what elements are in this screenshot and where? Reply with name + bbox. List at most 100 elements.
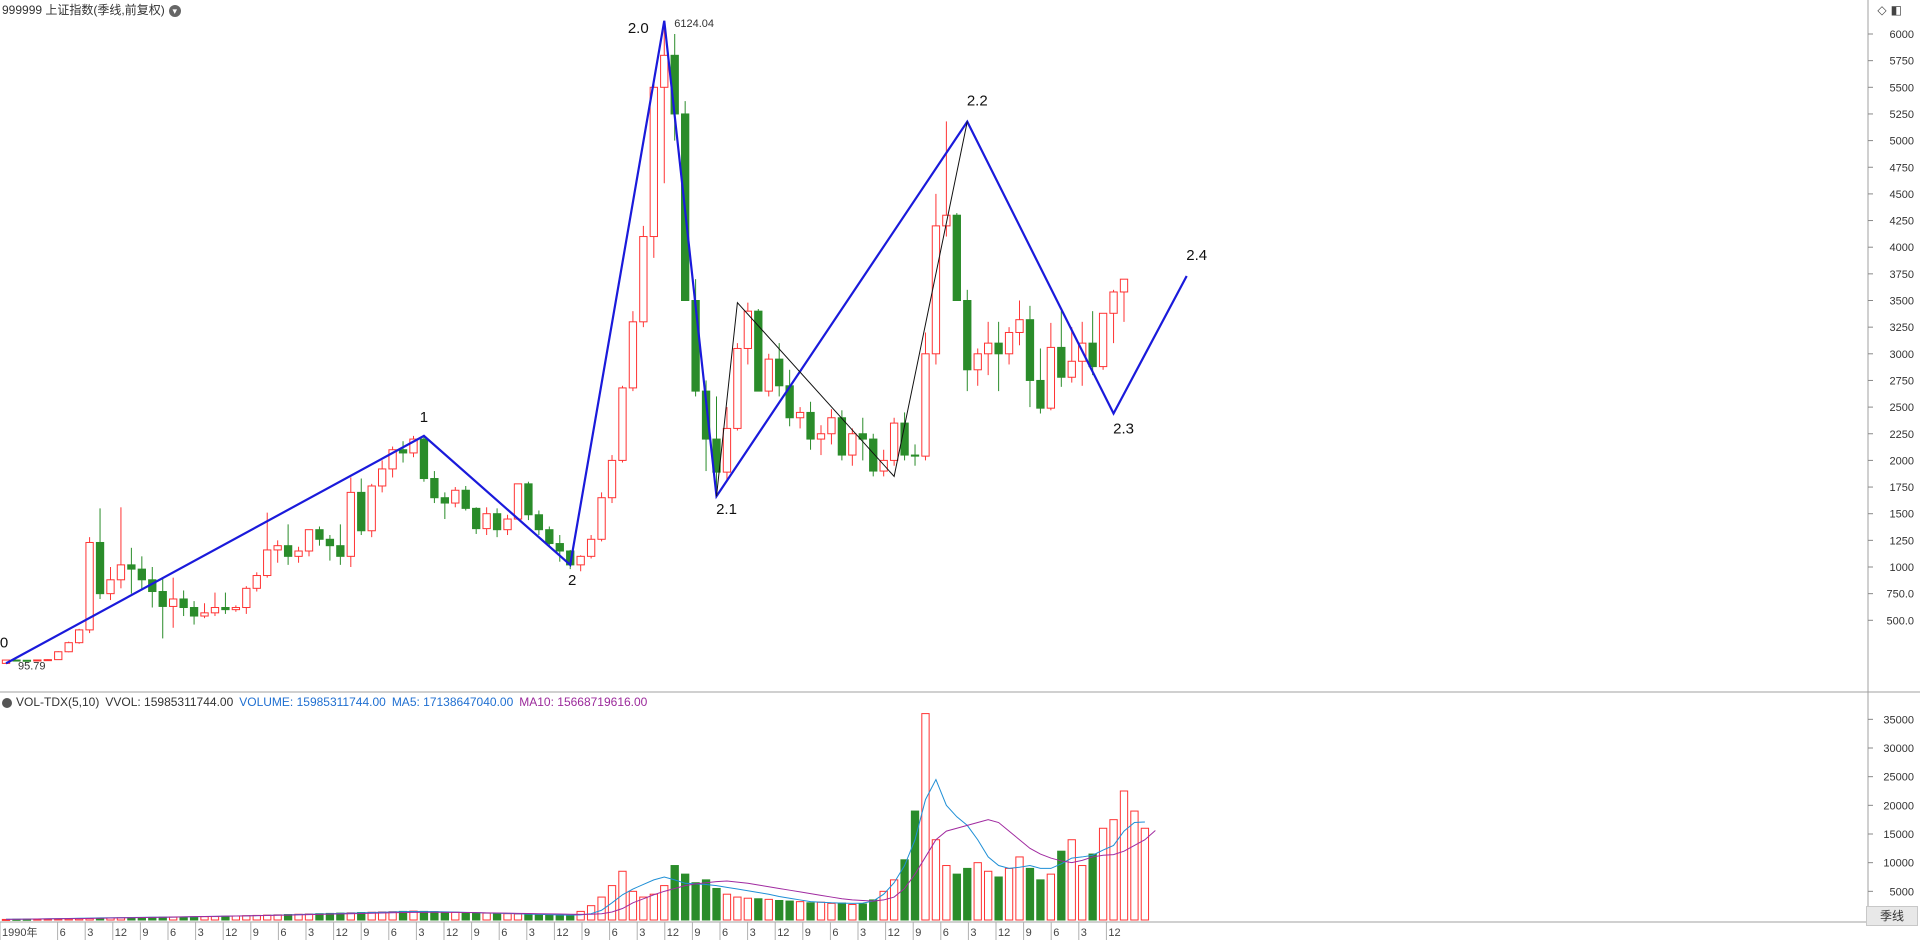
max-price-label: 6124.04 [674,18,714,30]
volume-bar [1025,867,1035,921]
volume-bar [1067,839,1076,921]
volume-bar [858,903,867,921]
price-tick-label: 1250 [1890,535,1914,547]
volume-bar [545,914,554,921]
volume-bar [524,913,533,921]
volume-bar [869,899,878,921]
volume-header: VOL-TDX(5,10) VVOL: 15985311744.00 VOLUME:… [2,694,653,710]
price-tick-label: 2000 [1890,455,1914,467]
volume-bar [1130,810,1139,921]
volume-bar [576,910,585,921]
candle-body [95,541,105,595]
candle-body [806,411,815,440]
volume-bar [492,912,502,921]
volume-bar [743,897,753,921]
time-axis: 1990年 6 3 12 9 6 3 12 9 6 3 12 9 6 3 12 9 6 3 12 9 6 3 12 9 6 3 12 9… [0,922,1121,940]
volume-bar [681,873,690,921]
volume-bar [628,890,638,921]
candle-body [367,485,376,532]
volume-bar [534,914,544,921]
volume-bar [754,898,763,921]
candle-body [649,86,658,238]
volume-bar [973,862,982,921]
time-tick-label: 12 [115,927,127,939]
candle-body [503,518,512,531]
volume-bar [1088,853,1097,921]
candle-body [984,342,993,355]
candle-body [440,497,449,504]
candle-body [597,497,606,540]
time-tick-label: 12 [888,927,900,939]
volume-bar [231,915,241,921]
candle-body [534,514,544,531]
candle-body [848,433,857,456]
volume-bar [816,901,826,921]
candlestick-chart[interactable]: 500.0 750.0 1000 1250 1500 1750 2000 2250 2500 27… [0,0,1920,941]
price-tick-label: 3750 [1890,269,1914,281]
candle-body [1098,312,1108,368]
candle-body [973,353,982,371]
time-tick-label: 6 [280,927,286,939]
candle-body [221,607,230,611]
time-tick-label: 1990年 [2,925,37,939]
volume-bar [1140,827,1150,921]
price-tick-label: 750.0 [1886,589,1914,601]
price-tick-label: 2750 [1890,375,1914,387]
candles [1,20,1129,664]
volume-bar [733,896,742,921]
candle-body [1025,319,1035,381]
time-tick-label: 9 [694,927,700,939]
candle-body [398,449,408,454]
wave-label: 2 [568,572,576,589]
volume-ma5: MA5: 17138647040.00 [391,695,514,709]
volume-bar [639,896,648,921]
volume-bars [1,713,1150,921]
candle-body [722,427,732,473]
candle-body [273,545,282,551]
volume-bar [210,916,220,921]
candle-body [952,214,961,301]
candle-body [545,529,554,545]
volume-bar [942,865,951,921]
volume-bar [806,902,815,921]
period-selector[interactable]: 季线 [1866,906,1918,926]
price-tick-label: 5250 [1890,109,1914,121]
volume-bar [712,887,721,921]
wave-label: 0 [0,634,8,651]
candle-body [64,642,73,653]
price-tick-label: 4250 [1890,216,1914,228]
candle-body [294,550,303,557]
time-tick-label: 9 [1026,927,1032,939]
candle-body [430,478,439,499]
time-tick-label: 3 [639,927,645,939]
volume-indicator-name[interactable]: VOL-TDX(5,10) [16,695,99,709]
candle-body [252,575,261,589]
volume-bar [837,902,847,921]
volume-bar [430,911,439,921]
time-tick-label: 12 [667,927,679,939]
price-tick-label: 4000 [1890,242,1914,254]
time-tick-label: 6 [832,927,838,939]
volume-tick-label: 25000 [1883,772,1914,784]
volume-bar [503,913,512,921]
volume-bar [1119,790,1129,921]
time-tick-label: 6 [722,927,728,939]
price-tick-label: 6000 [1890,29,1914,41]
candle-body [524,483,533,516]
time-tick-label: 6 [501,927,507,939]
volume-tick-label: 15000 [1883,829,1914,841]
time-tick-label: 3 [418,927,424,939]
volume-bar [984,870,993,921]
candle-body [869,438,878,472]
volume-bar [179,916,188,921]
volume-bar [1078,865,1087,921]
indicator-gear-icon[interactable] [2,697,12,708]
candle-body [419,438,429,480]
candle-body [283,545,293,557]
candle-body [189,607,199,617]
time-tick-label: 6 [391,927,397,939]
price-tick-label: 1750 [1890,482,1914,494]
price-tick-label: 2500 [1890,402,1914,414]
time-tick-label: 9 [915,927,921,939]
candle-body [628,321,638,389]
